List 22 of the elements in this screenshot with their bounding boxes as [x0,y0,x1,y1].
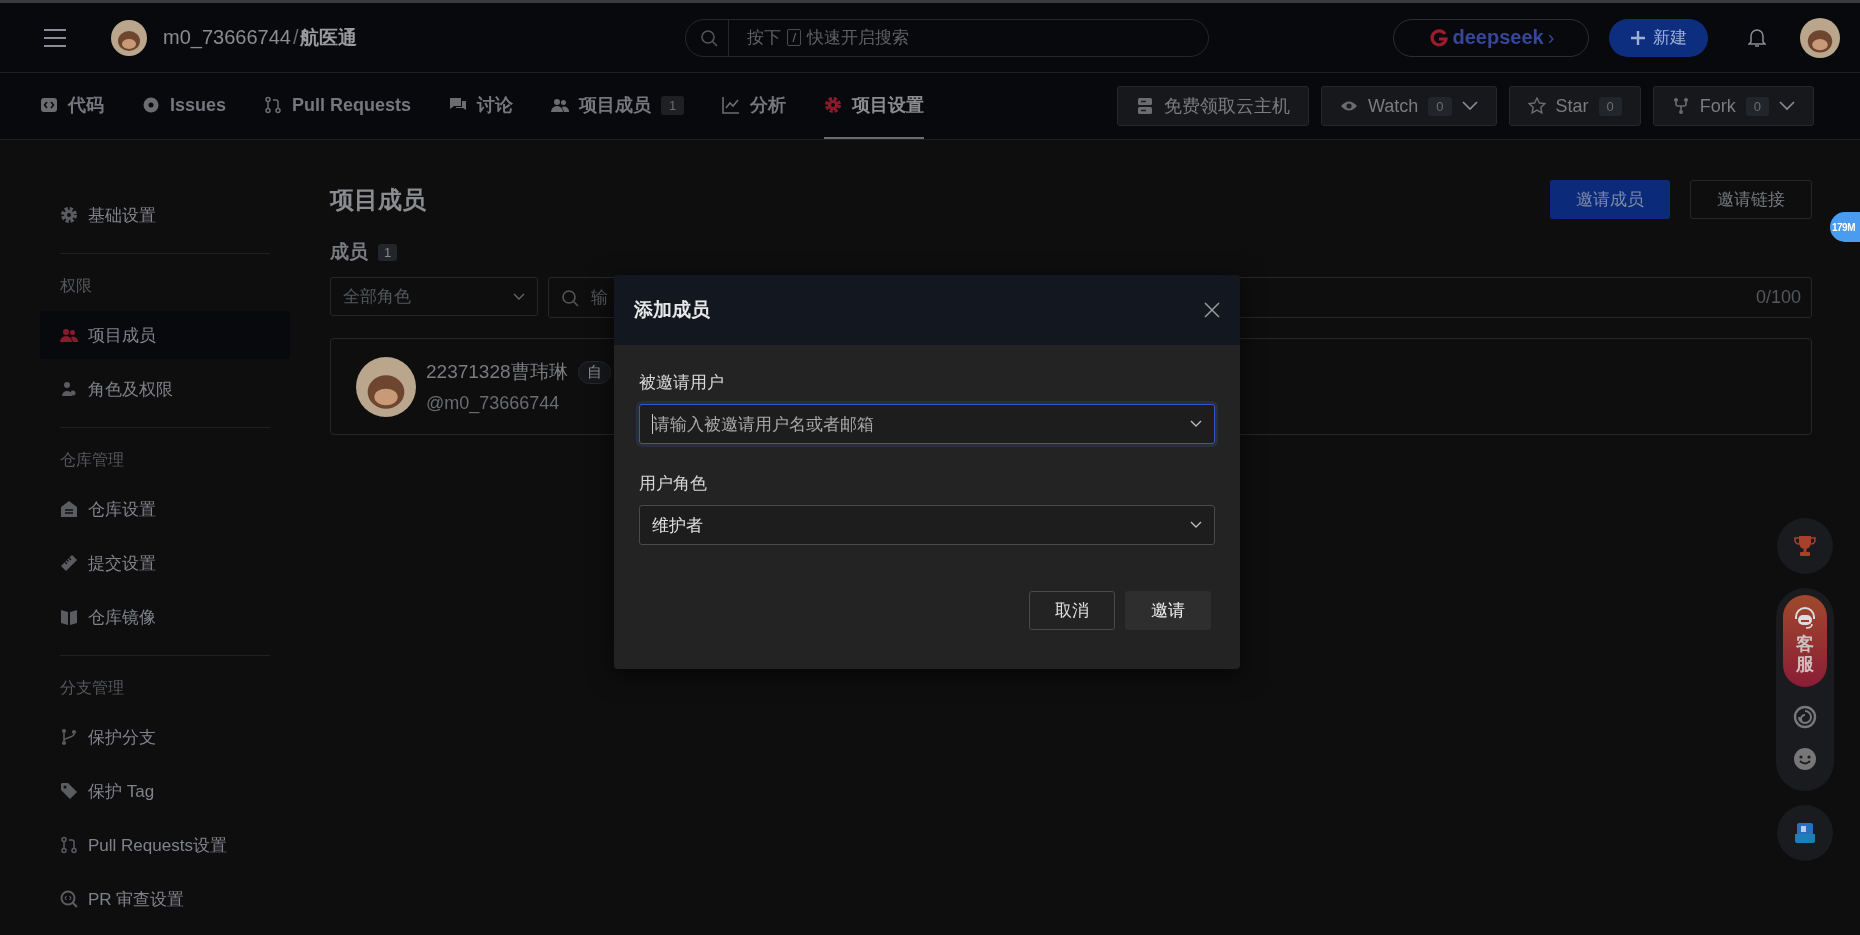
page-title: 项目成员 [330,184,426,215]
path-separator: / [292,26,299,49]
character-counter: 0/100 [1755,287,1801,308]
count-badge: 0 [1428,96,1452,116]
shortcut-key: / [787,29,802,46]
field-label: 被邀请用户 [639,372,725,394]
field-label: 用户角色 [639,473,708,495]
section-title: 成员 [330,240,368,264]
section-heading: 权限 [59,276,93,296]
search-hint: 快速开启搜索 [807,27,910,49]
member-badge: 自 [577,360,611,384]
section-heading: 仓库管理 [59,450,125,470]
memory-badge: 179M [1830,212,1860,242]
search-hint: 按下 [747,27,782,49]
member-name: 22371328曹玮琳 [426,360,568,384]
count-badge: 0 [1598,96,1622,116]
section-heading: 分支管理 [59,678,125,698]
dialog-title: 添加成员 [634,298,710,322]
count-badge: 1 [378,243,398,261]
count-badge: 0 [1745,96,1769,116]
count-badge: 1 [661,95,685,115]
member-handle: @m0_73666744 [426,393,561,414]
